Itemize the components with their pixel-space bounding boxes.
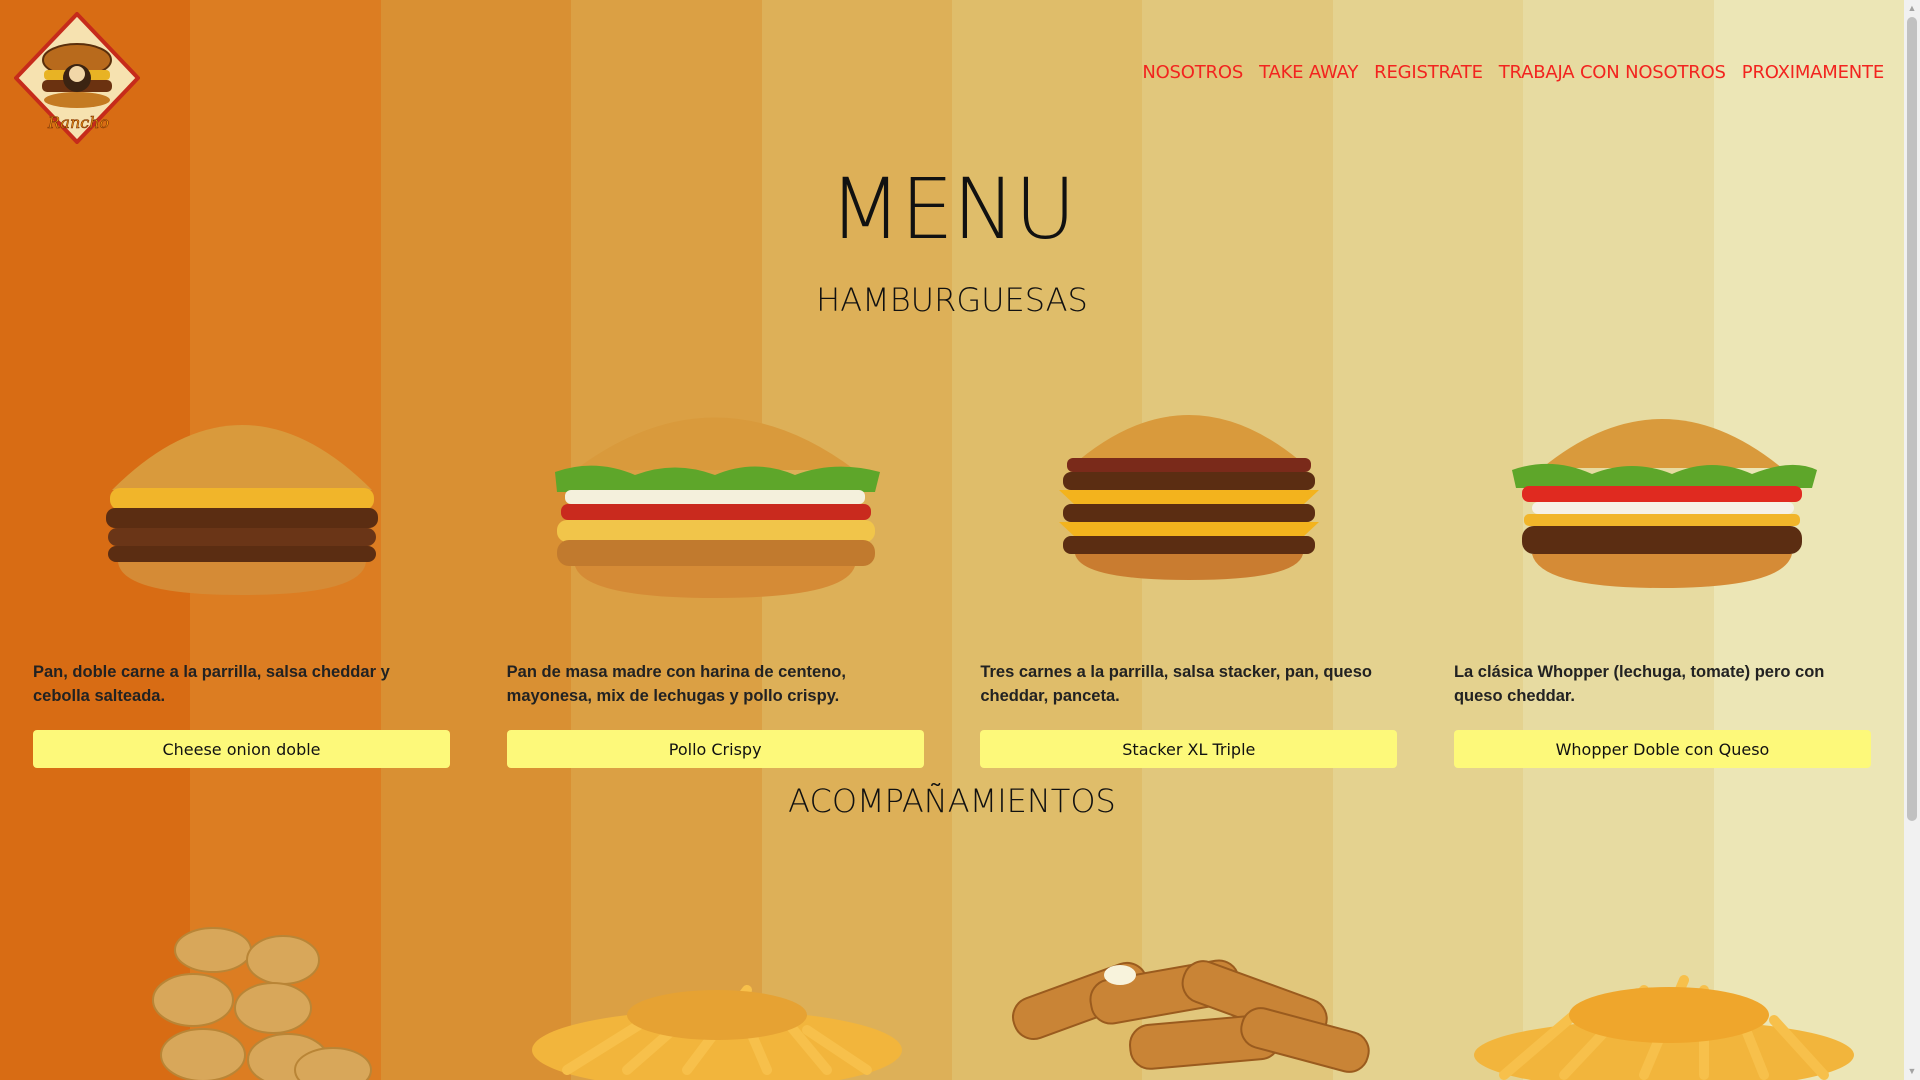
burger-image-pollo-crispy bbox=[507, 380, 924, 630]
burger-button-pollo-crispy[interactable]: Pollo Crispy bbox=[506, 730, 924, 768]
burger-card: Tres carnes a la parrilla, salsa stacker… bbox=[980, 380, 1398, 768]
section-title-burgers: HAMBURGUESAS bbox=[816, 281, 1088, 319]
burger-button-cheese-onion-doble[interactable]: Cheese onion doble bbox=[33, 730, 450, 768]
section-title-sides: ACOMPAÑAMIENTOS bbox=[788, 782, 1116, 820]
burger-description: La clásica Whopper (lechuga, tomate) per… bbox=[1453, 663, 1825, 705]
burger-image-whopper bbox=[1454, 380, 1871, 630]
side-image-cheese-fries bbox=[1454, 920, 1871, 1080]
burger-image-stacker bbox=[980, 380, 1397, 630]
burger-card: La clásica Whopper (lechuga, tomate) per… bbox=[1453, 380, 1871, 768]
burger-description: Tres carnes a la parrilla, salsa stacker… bbox=[980, 663, 1372, 705]
side-image-nuggets bbox=[33, 920, 450, 1080]
svg-text:Rancho: Rancho bbox=[47, 113, 109, 132]
page: Rancho NOSOTROS TAKE AWAY REGISTRATE TRA… bbox=[0, 0, 1904, 1080]
menu-title: MENU bbox=[829, 160, 1076, 258]
side-image-loaded-fries bbox=[507, 920, 924, 1080]
scrollbar-thumb[interactable] bbox=[1907, 17, 1917, 821]
burger-description: Pan de masa madre con harina de centeno,… bbox=[506, 663, 846, 705]
scroll-up-arrow-icon[interactable]: ▲ bbox=[1904, 0, 1920, 17]
logo-emblem[interactable]: Rancho bbox=[13, 11, 141, 145]
side-image-mozzarella-sticks bbox=[980, 920, 1397, 1080]
nav-link-registrate[interactable]: REGISTRATE bbox=[1374, 62, 1483, 83]
burger-cards: Pan, doble carne a la parrilla, salsa ch… bbox=[33, 380, 1871, 768]
burger-card: Pan, doble carne a la parrilla, salsa ch… bbox=[33, 380, 450, 768]
vertical-scrollbar[interactable]: ▲ ▼ bbox=[1904, 0, 1920, 1080]
scroll-down-arrow-icon[interactable]: ▼ bbox=[1904, 1063, 1920, 1080]
burger-button-whopper-doble-con-queso[interactable]: Whopper Doble con Queso bbox=[1453, 730, 1871, 768]
nav-link-nosotros[interactable]: NOSOTROS bbox=[1142, 62, 1243, 83]
burger-description: Pan, doble carne a la parrilla, salsa ch… bbox=[33, 663, 390, 705]
nav-link-take-away[interactable]: TAKE AWAY bbox=[1259, 62, 1358, 83]
burger-image-cheese-onion bbox=[33, 380, 450, 630]
nav-link-proximamente[interactable]: PROXIMAMENTE bbox=[1742, 62, 1884, 83]
burger-button-stacker-xl-triple[interactable]: Stacker XL Triple bbox=[980, 730, 1398, 768]
burger-card: Pan de masa madre con harina de centeno,… bbox=[506, 380, 924, 768]
nav-link-trabaja-con-nosotros[interactable]: TRABAJA CON NOSOTROS bbox=[1499, 62, 1726, 83]
side-cards bbox=[33, 920, 1871, 1080]
site-header: Rancho NOSOTROS TAKE AWAY REGISTRATE TRA… bbox=[0, 0, 1904, 150]
main-nav: NOSOTROS TAKE AWAY REGISTRATE TRABAJA CO… bbox=[1142, 62, 1884, 83]
